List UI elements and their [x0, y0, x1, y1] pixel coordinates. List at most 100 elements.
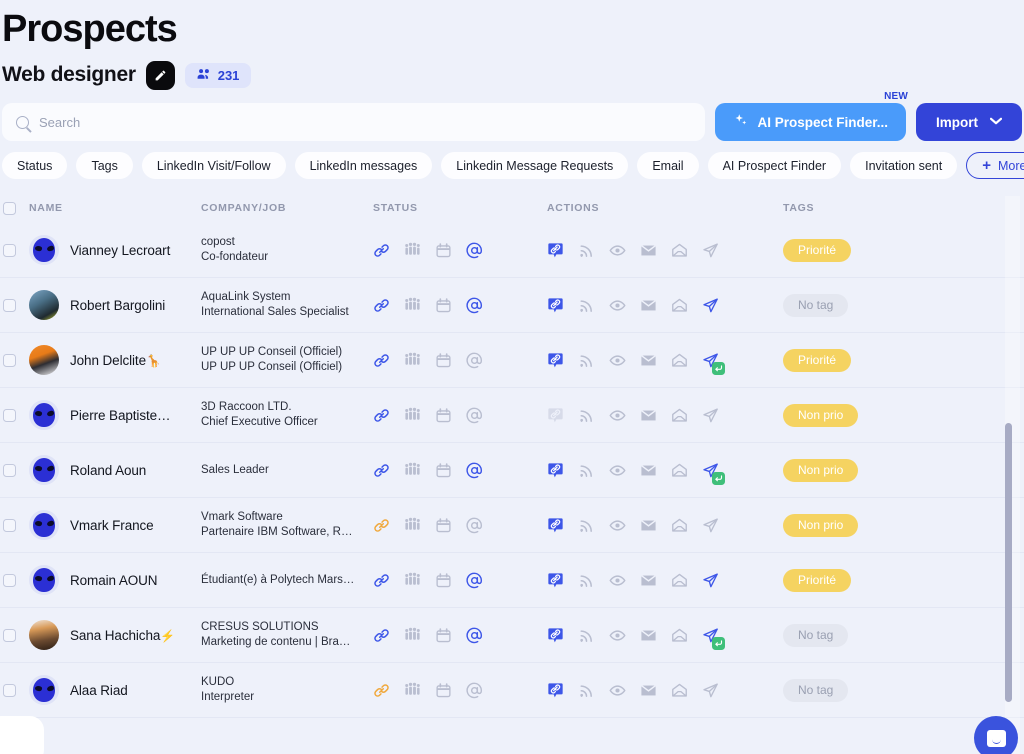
- calendar-icon[interactable]: [435, 682, 452, 699]
- link-icon[interactable]: [373, 297, 390, 314]
- mail-icon[interactable]: [640, 297, 657, 314]
- filter-chip-tags[interactable]: Tags: [76, 152, 133, 179]
- link-badge-icon[interactable]: [547, 682, 564, 699]
- tag-pill[interactable]: Priorité: [783, 348, 852, 372]
- link-icon[interactable]: [373, 517, 390, 534]
- filter-chip-linkedin-message-requests[interactable]: Linkedin Message Requests: [441, 152, 629, 179]
- link-icon[interactable]: [373, 682, 390, 699]
- open-envelope-icon[interactable]: [671, 462, 688, 479]
- filter-chip-linkedin-messages[interactable]: LinkedIn messages: [294, 152, 433, 179]
- table-row[interactable]: Roland Aoun Sales Leader Non prio: [0, 443, 1024, 498]
- link-badge-icon[interactable]: [547, 407, 564, 424]
- open-envelope-icon[interactable]: [671, 572, 688, 589]
- eye-icon[interactable]: [609, 242, 626, 259]
- people-icon[interactable]: [404, 627, 421, 644]
- select-all-checkbox[interactable]: [3, 201, 16, 215]
- table-row[interactable]: Vmark France Vmark Software Partenaire IB…: [0, 498, 1024, 553]
- open-envelope-icon[interactable]: [671, 682, 688, 699]
- people-icon[interactable]: [404, 352, 421, 369]
- mail-icon[interactable]: [640, 407, 657, 424]
- link-badge-icon[interactable]: [547, 572, 564, 589]
- send-icon[interactable]: [702, 297, 719, 314]
- tag-pill[interactable]: Non prio: [783, 403, 859, 427]
- filter-chip-ai-prospect-finder[interactable]: AI Prospect Finder: [707, 152, 842, 179]
- name-cell[interactable]: Vianney Lecroart: [29, 235, 201, 265]
- eye-icon[interactable]: [609, 682, 626, 699]
- send-icon[interactable]: [702, 407, 719, 424]
- mail-icon[interactable]: [640, 352, 657, 369]
- name-cell[interactable]: Sana Hachicha⚡: [29, 620, 201, 650]
- row-checkbox[interactable]: [3, 298, 16, 312]
- mail-icon[interactable]: [640, 627, 657, 644]
- rss-icon[interactable]: [578, 462, 595, 479]
- table-row[interactable]: Robert Bargolini AquaLink System Internat…: [0, 278, 1024, 333]
- tag-pill[interactable]: No tag: [783, 623, 849, 647]
- send-icon[interactable]: [702, 627, 725, 650]
- name-cell[interactable]: Robert Bargolini: [29, 290, 201, 320]
- calendar-icon[interactable]: [435, 297, 452, 314]
- table-row[interactable]: Romain AOUN Étudiant(e) à Polytech Mars……: [0, 553, 1024, 608]
- filter-chip-status[interactable]: Status: [2, 152, 68, 179]
- import-button[interactable]: Import: [916, 103, 1022, 141]
- row-checkbox[interactable]: [3, 683, 16, 697]
- filter-chip-invitation-sent[interactable]: Invitation sent: [850, 152, 958, 179]
- table-row[interactable]: Vianney Lecroart copost Co-fondateur Prio…: [0, 223, 1024, 278]
- name-cell[interactable]: Romain AOUN: [29, 565, 201, 595]
- link-icon[interactable]: [373, 242, 390, 259]
- at-icon[interactable]: [466, 682, 483, 699]
- rss-icon[interactable]: [578, 242, 595, 259]
- table-row[interactable]: Alaa Riad KUDO Interpreter No tag: [0, 663, 1024, 718]
- filter-chip-linkedin-visit-follow[interactable]: LinkedIn Visit/Follow: [141, 152, 286, 179]
- scrollbar-track[interactable]: [1005, 196, 1020, 754]
- eye-icon[interactable]: [609, 462, 626, 479]
- chat-bubble-icon[interactable]: [974, 716, 1018, 754]
- open-envelope-icon[interactable]: [671, 297, 688, 314]
- row-checkbox[interactable]: [3, 463, 16, 477]
- calendar-icon[interactable]: [435, 352, 452, 369]
- at-icon[interactable]: [466, 572, 483, 589]
- people-icon[interactable]: [404, 407, 421, 424]
- open-envelope-icon[interactable]: [671, 352, 688, 369]
- people-icon[interactable]: [404, 517, 421, 534]
- table-row[interactable]: John Delclite🦒 UP UP UP Conseil (Officie…: [0, 333, 1024, 388]
- at-icon[interactable]: [466, 352, 483, 369]
- tag-pill[interactable]: No tag: [783, 293, 849, 317]
- row-checkbox[interactable]: [3, 353, 16, 367]
- at-icon[interactable]: [466, 407, 483, 424]
- table-row[interactable]: Pierre Baptiste… 3D Raccoon LTD. Chief Ex…: [0, 388, 1024, 443]
- calendar-icon[interactable]: [435, 627, 452, 644]
- eye-icon[interactable]: [609, 297, 626, 314]
- name-cell[interactable]: Pierre Baptiste…: [29, 400, 201, 430]
- link-badge-icon[interactable]: [547, 462, 564, 479]
- open-envelope-icon[interactable]: [671, 517, 688, 534]
- search-input[interactable]: [39, 114, 692, 130]
- row-checkbox[interactable]: [3, 408, 16, 422]
- calendar-icon[interactable]: [435, 517, 452, 534]
- send-icon[interactable]: [702, 572, 719, 589]
- rss-icon[interactable]: [578, 297, 595, 314]
- link-icon[interactable]: [373, 572, 390, 589]
- name-cell[interactable]: Vmark France: [29, 510, 201, 540]
- tag-pill[interactable]: Non prio: [783, 513, 859, 537]
- rss-icon[interactable]: [578, 517, 595, 534]
- link-badge-icon[interactable]: [547, 517, 564, 534]
- send-icon[interactable]: [702, 462, 725, 485]
- open-envelope-icon[interactable]: [671, 242, 688, 259]
- open-envelope-icon[interactable]: [671, 407, 688, 424]
- people-icon[interactable]: [404, 297, 421, 314]
- eye-icon[interactable]: [609, 517, 626, 534]
- search-box[interactable]: [2, 103, 706, 141]
- name-cell[interactable]: John Delclite🦒: [29, 345, 201, 375]
- at-icon[interactable]: [466, 242, 483, 259]
- link-badge-icon[interactable]: [547, 242, 564, 259]
- name-cell[interactable]: Alaa Riad: [29, 675, 201, 705]
- row-checkbox[interactable]: [3, 628, 16, 642]
- at-icon[interactable]: [466, 517, 483, 534]
- rss-icon[interactable]: [578, 627, 595, 644]
- eye-icon[interactable]: [609, 407, 626, 424]
- tag-pill[interactable]: Non prio: [783, 458, 859, 482]
- rss-icon[interactable]: [578, 572, 595, 589]
- at-icon[interactable]: [466, 627, 483, 644]
- send-icon[interactable]: [702, 517, 719, 534]
- tag-pill[interactable]: No tag: [783, 678, 849, 702]
